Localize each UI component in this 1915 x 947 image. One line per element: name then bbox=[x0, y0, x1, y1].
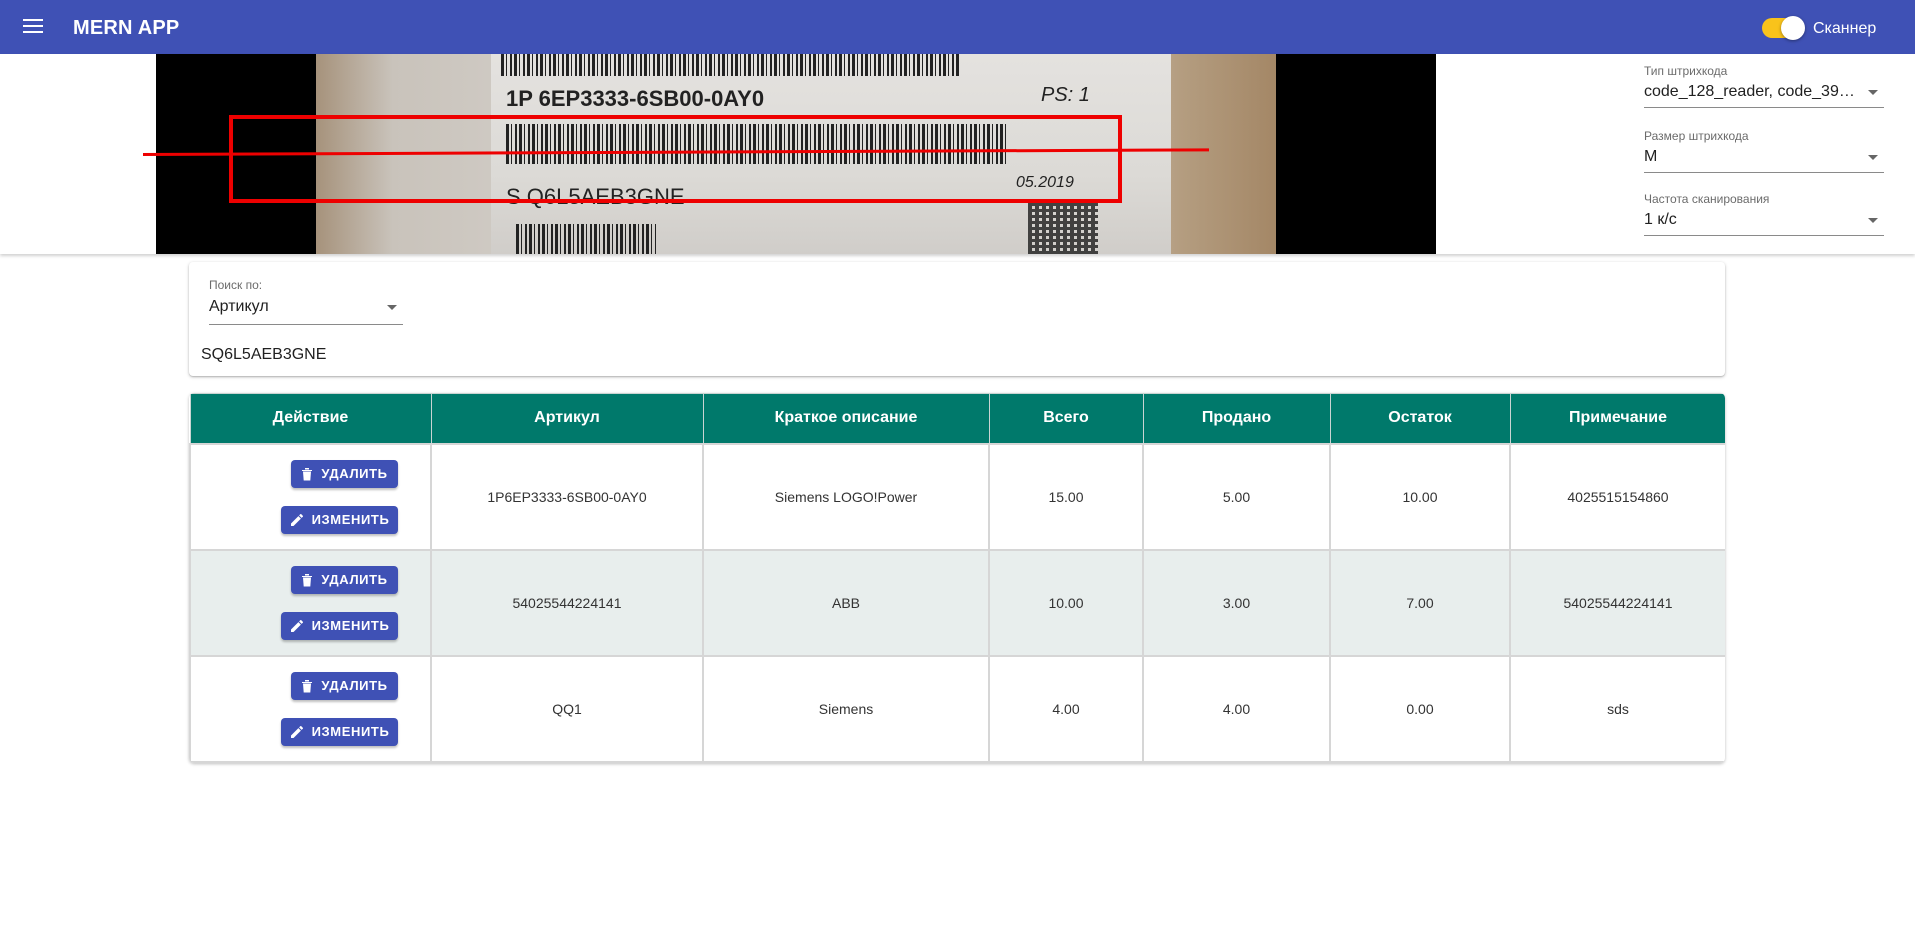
delete-button-label: УДАЛИТЬ bbox=[321, 572, 388, 587]
delete-button[interactable]: УДАЛИТЬ bbox=[291, 459, 398, 488]
delete-button-label: УДАЛИТЬ bbox=[321, 678, 388, 693]
search-by-label: Поиск по: bbox=[209, 278, 263, 292]
dropdown-arrow-icon bbox=[1868, 218, 1878, 223]
pencil-icon bbox=[290, 513, 303, 526]
app-title: MERN APP bbox=[73, 17, 180, 39]
cell-article: 54025544224141 bbox=[430, 548, 704, 657]
barcode-type-field: Тип штрихкода code_128_reader, code_39_r… bbox=[1644, 64, 1884, 108]
barcode-type-select[interactable]: code_128_reader, code_39_r... bbox=[1644, 81, 1884, 108]
edit-button-label: ИЗМЕНИТЬ bbox=[311, 724, 390, 739]
pencil-icon bbox=[290, 725, 303, 738]
column-header-remaining: Остаток bbox=[1329, 393, 1511, 444]
delete-button[interactable]: УДАЛИТЬ bbox=[291, 565, 398, 594]
column-header-total: Всего bbox=[988, 393, 1144, 444]
edit-button-label: ИЗМЕНИТЬ bbox=[311, 618, 390, 633]
photo-text-ps: PS: 1 bbox=[1041, 84, 1090, 106]
toggle-thumb bbox=[1781, 16, 1805, 40]
dropdown-arrow-icon bbox=[1868, 155, 1878, 160]
cell-sold: 4.00 bbox=[1142, 654, 1331, 763]
column-header-sold: Продано bbox=[1142, 393, 1331, 444]
cell-remaining: 7.00 bbox=[1329, 548, 1511, 657]
cell-total: 10.00 bbox=[988, 548, 1144, 657]
edit-button-label: ИЗМЕНИТЬ bbox=[311, 512, 390, 527]
edit-button[interactable]: ИЗМЕНИТЬ bbox=[281, 717, 398, 746]
search-by-field: Поиск по: Артикул bbox=[209, 278, 403, 325]
barcode-graphic bbox=[501, 54, 961, 76]
search-card: Поиск по: Артикул SQ6L5AEB3GNE bbox=[189, 262, 1725, 376]
menu-icon[interactable] bbox=[20, 15, 46, 39]
scan-rate-select[interactable]: 1 к/с bbox=[1644, 209, 1884, 236]
datamatrix-graphic bbox=[1028, 202, 1098, 254]
search-by-value: Артикул bbox=[209, 298, 269, 315]
trash-icon bbox=[302, 467, 313, 480]
cell-remaining: 10.00 bbox=[1329, 442, 1511, 551]
trash-icon bbox=[302, 573, 313, 586]
edit-button[interactable]: ИЗМЕНИТЬ bbox=[281, 505, 398, 534]
column-header-description: Краткое описание bbox=[702, 393, 990, 444]
table-row: УДАЛИТЬ ИЗМЕНИТЬ 54025544224141 ABB 10.0… bbox=[189, 548, 1725, 657]
dropdown-arrow-icon bbox=[1868, 90, 1878, 95]
detection-box bbox=[229, 115, 1122, 203]
barcode-graphic bbox=[516, 224, 656, 254]
cell-sold: 5.00 bbox=[1142, 442, 1331, 551]
cell-article: 1P6EP3333-6SB00-0AY0 bbox=[430, 442, 704, 551]
cell-article: QQ1 bbox=[430, 654, 704, 763]
cell-description: ABB bbox=[702, 548, 990, 657]
cell-note: sds bbox=[1509, 654, 1725, 763]
scanner-toggle-label: Сканнер bbox=[1813, 20, 1877, 37]
cell-total: 15.00 bbox=[988, 442, 1144, 551]
scanner-toggle[interactable] bbox=[1760, 16, 1805, 40]
delete-button[interactable]: УДАЛИТЬ bbox=[291, 671, 398, 700]
cell-sold: 3.00 bbox=[1142, 548, 1331, 657]
barcode-size-select[interactable]: M bbox=[1644, 146, 1884, 173]
search-input[interactable]: SQ6L5AEB3GNE bbox=[201, 346, 326, 364]
app-bar: MERN APP Сканнер bbox=[0, 0, 1915, 54]
barcode-type-label: Тип штрихкода bbox=[1644, 64, 1728, 78]
barcode-size-value: M bbox=[1644, 148, 1658, 165]
table-row: УДАЛИТЬ ИЗМЕНИТЬ 1P6EP3333-6SB00-0AY0 Si… bbox=[189, 442, 1725, 551]
table-header-row: Действие Артикул Краткое описание Всего … bbox=[189, 393, 1725, 444]
photo-text-article: 1P 6EP3333-6SB00-0AY0 bbox=[506, 86, 765, 111]
row-actions: УДАЛИТЬ ИЗМЕНИТЬ bbox=[189, 654, 432, 763]
cell-description: Siemens bbox=[702, 654, 990, 763]
cell-note: 54025544224141 bbox=[1509, 548, 1725, 657]
column-header-action: Действие bbox=[189, 393, 432, 444]
row-actions: УДАЛИТЬ ИЗМЕНИТЬ bbox=[189, 548, 432, 657]
search-by-select[interactable]: Артикул bbox=[209, 296, 403, 325]
scan-rate-label: Частота сканирования bbox=[1644, 192, 1770, 206]
table-row: УДАЛИТЬ ИЗМЕНИТЬ QQ1 Siemens 4.00 4.00 0… bbox=[189, 654, 1725, 763]
edit-button[interactable]: ИЗМЕНИТЬ bbox=[281, 611, 398, 640]
dropdown-arrow-icon bbox=[387, 305, 397, 310]
products-table: Действие Артикул Краткое описание Всего … bbox=[189, 393, 1725, 763]
cell-remaining: 0.00 bbox=[1329, 654, 1511, 763]
barcode-type-value: code_128_reader, code_39_r... bbox=[1644, 83, 1860, 100]
cell-note: 4025515154860 bbox=[1509, 442, 1725, 551]
scan-rate-value: 1 к/с bbox=[1644, 211, 1677, 228]
delete-button-label: УДАЛИТЬ bbox=[321, 466, 388, 481]
column-header-article: Артикул bbox=[430, 393, 704, 444]
cell-description: Siemens LOGO!Power bbox=[702, 442, 990, 551]
pencil-icon bbox=[290, 619, 303, 632]
barcode-size-field: Размер штрихкода M bbox=[1644, 129, 1884, 173]
barcode-size-label: Размер штрихкода bbox=[1644, 129, 1749, 143]
row-actions: УДАЛИТЬ ИЗМЕНИТЬ bbox=[189, 442, 432, 551]
scan-rate-field: Частота сканирования 1 к/с bbox=[1644, 192, 1884, 236]
cell-total: 4.00 bbox=[988, 654, 1144, 763]
trash-icon bbox=[302, 679, 313, 692]
scanner-panel: 1P 6EP3333-6SB00-0AY0 PS: 1 05.2019 S Q6… bbox=[0, 54, 1915, 254]
column-header-note: Примечание bbox=[1509, 393, 1725, 444]
